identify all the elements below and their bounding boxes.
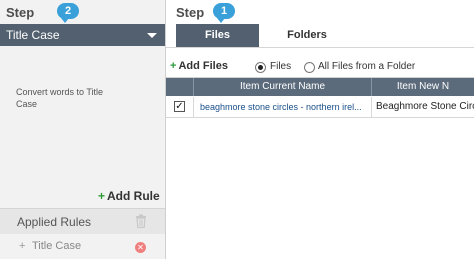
row-checkbox[interactable]: ✓ [174, 101, 185, 112]
all-files-radio-label[interactable]: All Files from a Folder [318, 61, 415, 72]
plus-icon: + [170, 60, 177, 72]
tabs-divider [166, 47, 474, 48]
tab-files[interactable]: Files [176, 24, 259, 47]
column-header-current-name[interactable]: Item Current Name [194, 78, 372, 96]
step-number-badge: 1 [213, 3, 235, 23]
applied-rule-label: Title Case [32, 240, 82, 252]
rule-type-dropdown[interactable]: Title Case [0, 24, 165, 46]
rule-type-value: Title Case [6, 28, 60, 42]
files-table: Item Current Name Item New N ✓ beaghmore… [166, 77, 474, 260]
select-column-header[interactable] [166, 78, 194, 96]
all-files-from-folder-radio[interactable] [304, 62, 315, 73]
table-row[interactable]: ✓ beaghmore stone circles - northern ire… [166, 97, 474, 118]
chevron-down-icon [147, 33, 157, 38]
checkmark-icon: ✓ [175, 101, 184, 112]
add-files-label: Add Files [178, 60, 228, 72]
step-number-badge: 2 [57, 3, 79, 23]
rule-description: Convert words to Title Case [16, 87, 104, 109]
rules-panel: Step 2 Title Case Convert words to Title… [0, 0, 166, 259]
current-name-cell: beaghmore stone circles - northern irel.… [194, 97, 372, 117]
table-header: Item Current Name Item New N [166, 78, 474, 96]
files-toolbar: + Add Files Files All Files from a Folder [166, 58, 474, 76]
trash-icon[interactable] [135, 214, 147, 228]
remove-icon[interactable]: ✕ [135, 242, 146, 253]
step-label: Step [176, 5, 205, 20]
files-panel: Step 1 Files Folders + Add Files Files Al… [166, 0, 474, 259]
column-header-new-name[interactable]: Item New N [372, 78, 474, 96]
applied-rules-header: Applied Rules [0, 208, 165, 234]
row-checkbox-cell: ✓ [166, 97, 194, 117]
files-radio[interactable] [255, 62, 266, 73]
add-rule-button[interactable]: + Add Rule [98, 189, 160, 203]
tab-folders[interactable]: Folders [266, 24, 348, 47]
add-files-button[interactable]: + Add Files [170, 60, 228, 72]
step-label: Step [6, 5, 35, 20]
applied-rules-title: Applied Rules [17, 215, 92, 229]
plus-icon: + [19, 240, 26, 252]
files-radio-label[interactable]: Files [270, 61, 291, 72]
add-rule-label: Add Rule [107, 189, 160, 203]
applied-rule-item[interactable]: + Title Case ✕ [0, 235, 165, 259]
plus-icon: + [98, 189, 106, 203]
new-name-cell: Beaghmore Stone Circ [376, 101, 474, 112]
